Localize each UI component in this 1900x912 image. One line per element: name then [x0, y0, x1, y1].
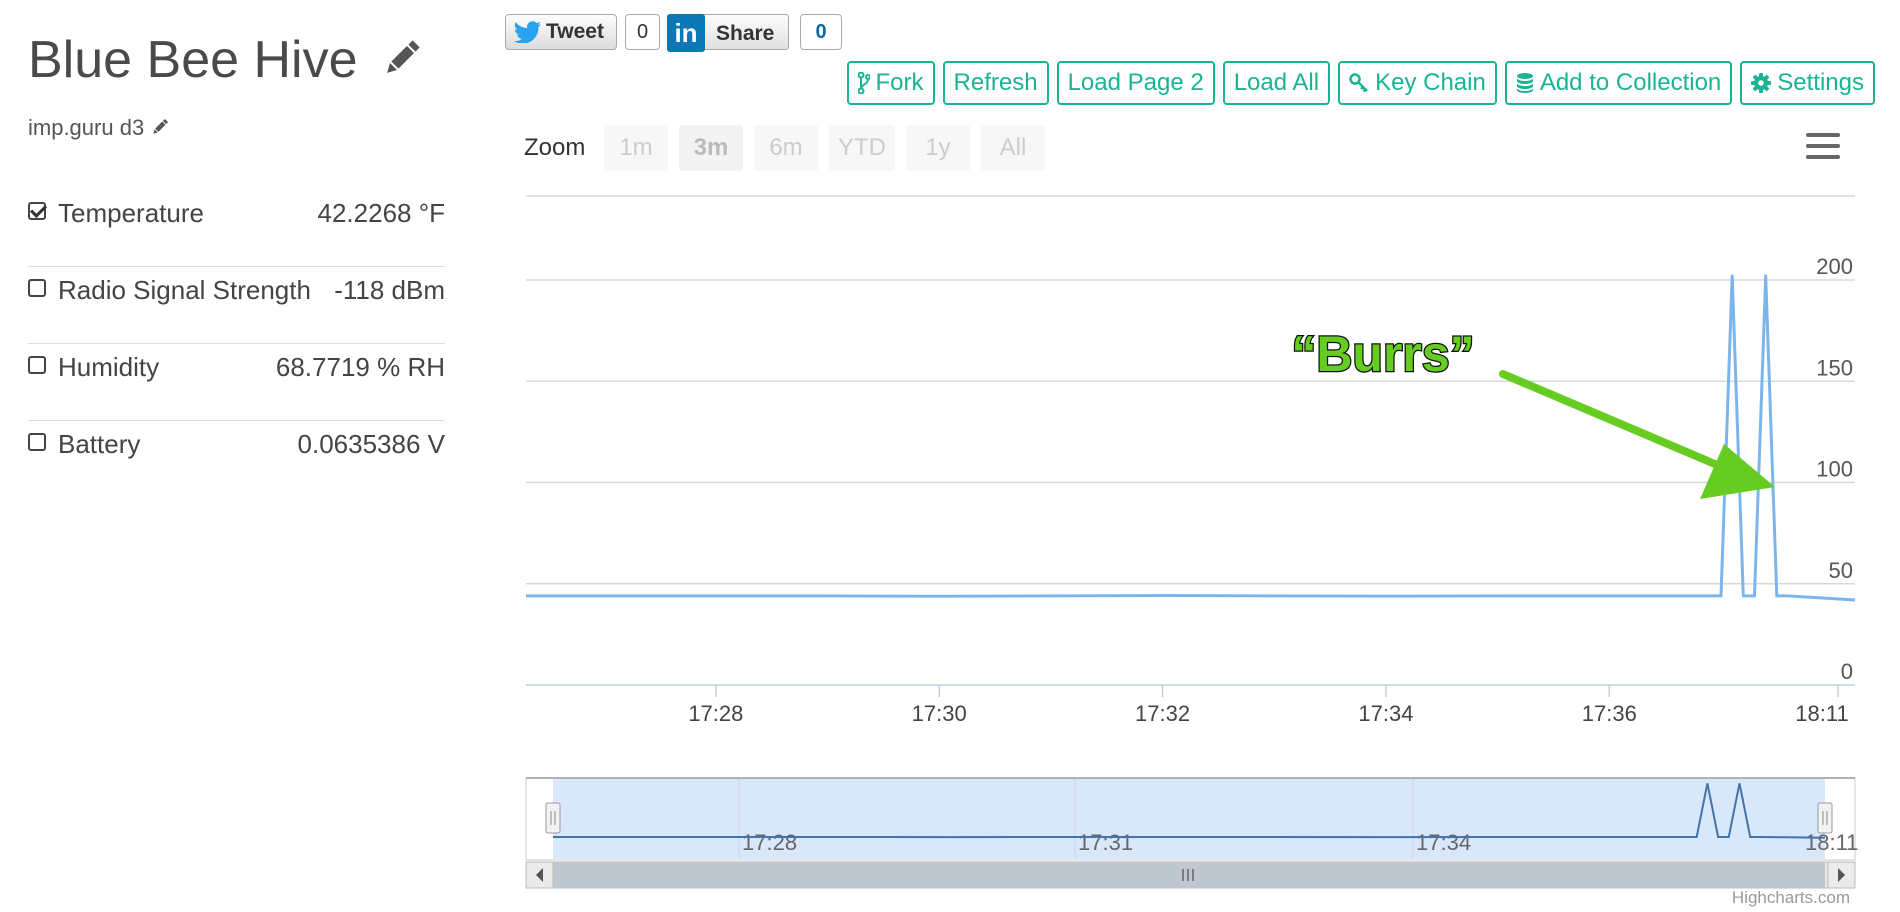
navigator-tick-label: 17:34: [1416, 830, 1471, 855]
x-tick-label: 17:28: [688, 701, 743, 726]
x-axis-ticks: 17:28 17:30 17:32 17:34 17:36 18:11: [688, 685, 1849, 726]
navigator-right-handle[interactable]: [1817, 802, 1833, 834]
scrollbar-thumb[interactable]: [553, 862, 1825, 888]
x-tick-label: 18:11: [1795, 701, 1848, 726]
burrs-annotation-text: “Burrs”: [1291, 326, 1474, 382]
y-tick-label: 100: [1816, 457, 1853, 482]
burrs-annotation-arrow: [1499, 370, 1775, 499]
y-tick-label: 0: [1841, 659, 1853, 684]
navigator-tick-label: 17:28: [742, 830, 797, 855]
navigator-left-handle[interactable]: [545, 802, 561, 834]
navigator-tick-label: 17:31: [1078, 830, 1133, 855]
y-tick-label: 50: [1829, 558, 1853, 583]
y-grid: [526, 279, 1855, 585]
x-tick-label: 17:34: [1358, 701, 1413, 726]
navigator-tick-label: 18:11: [1805, 830, 1858, 855]
y-tick-label: 200: [1816, 254, 1853, 279]
x-tick-label: 17:32: [1135, 701, 1190, 726]
y-tick-label: 150: [1816, 355, 1853, 380]
x-tick-label: 17:36: [1582, 701, 1637, 726]
chart-canvas: 0 50 100 150 200 17:28 17:30 17:32 17:34 17:36 18…: [525, 195, 1858, 889]
highcharts-credits[interactable]: Highcharts.com: [1732, 888, 1850, 908]
y-axis-labels: 0 50 100 150 200: [1816, 254, 1853, 684]
x-tick-label: 17:30: [912, 701, 967, 726]
